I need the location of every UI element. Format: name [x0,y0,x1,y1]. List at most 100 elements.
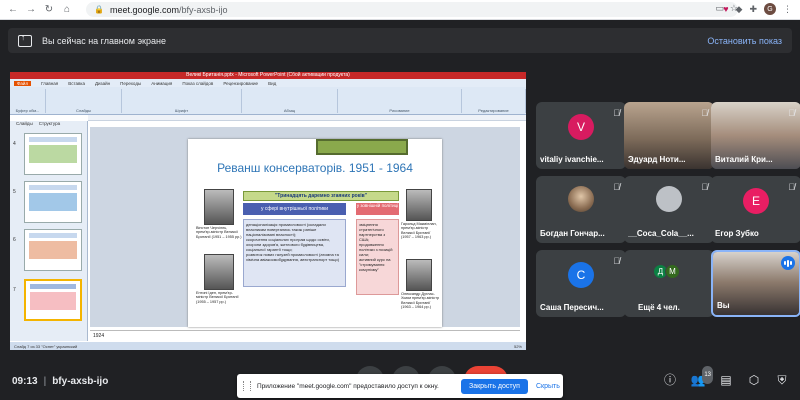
mic-off-icon: 🎙̸ [613,108,620,118]
slide-thumbnail [24,229,82,271]
browser-toolbar: ← → ↻ ⌂ 🔒 meet.google.com/bfy-axsb-ijo ▭… [0,0,800,20]
time-and-code: 09:13 | bfy-axsb-ijo [12,376,109,387]
portrait-caption: Олександр Дуглас-Хьюм прем'єр-міністр Ве… [401,292,440,310]
slide-title: Реванш консерваторів. 1951 - 1964 [217,161,413,175]
avatar-stack: Д M [653,264,680,279]
mic-off-icon: 🎙̸ [613,256,620,266]
participant-name: __Coca_Cola__... [628,229,694,238]
banner-text: Вы сейчас на главном экране [42,35,166,46]
list-item: продовження політики з позицій сили; [359,242,393,257]
participant-name: Виталий Кри... [715,155,773,164]
participant-tile[interactable]: 🎙̸ C Саша Пересич... [536,250,626,317]
present-screen-icon [18,33,32,47]
people-icon[interactable]: 👥 13 [690,366,713,388]
list-item: скорочення соціальних програм щодо освіт… [246,237,330,252]
ribbon: Буфер обм... Слайды Шрифт Абзац Рисовани… [10,87,526,115]
list-item: зміцнення стратегічного партнерства з СШ… [359,222,386,242]
chat-icon[interactable]: ▤ [718,372,734,388]
participant-tile[interactable]: 🎙̸ Виталий Кри... [711,102,800,169]
outer-policy-list: зміцнення стратегічного партнерства з СШ… [356,219,399,295]
meeting-code: bfy-axsb-ijo [52,376,109,387]
participant-name: Саша Пересич... [540,303,604,312]
ribbon-group: Абзац [242,89,338,113]
portrait-image [406,189,432,221]
forward-icon[interactable]: → [26,4,36,15]
extension-diamond-icon[interactable]: ◆ [736,4,743,15]
slide-number: 4 [13,141,16,147]
ribbon-tabs: Файл Главная Вставка Дизайн Переходы Ани… [10,79,526,87]
stop-presenting-button[interactable]: Остановить показ [707,36,782,46]
avatar: V [568,114,594,140]
ribbon-tab: Вставка [68,80,85,86]
portrait-image [204,254,234,290]
participant-tile[interactable]: 🎙̸ E Егор Зубко [711,176,800,243]
portrait-image [204,189,234,225]
ribbon-group: Рисование [338,89,462,113]
outer-policy-header: у зовнішній політиці [356,203,399,215]
list-item: денаціоналізація промисловості (складали… [246,222,326,237]
meeting-time: 09:13 [12,376,38,387]
participant-name: Богдан Гончар... [540,229,605,238]
slide-number: 7 [13,287,16,293]
reload-icon[interactable]: ↻ [44,4,54,15]
powerpoint-title-bar: Великі Британія.pptx - Microsoft PowerPo… [10,72,526,79]
slide-slogan: "Тринадцять даремно згаяних років" [243,191,399,201]
list-item: розвиток нових галузей промисловості (ат… [246,252,340,262]
list-item: активний курс на "стримування комунізму" [359,257,391,272]
status-left: Слайд 7 из 33 "Оснет" украинский [14,343,78,349]
self-tile[interactable]: Вы [711,250,800,317]
meeting-tools: ⓘ 👥 13 ▤ ⬡ ⛨ [662,366,790,388]
participant-name: vitaliy ivanchie... [540,155,604,164]
menu-icon[interactable]: ⋮ [783,4,792,15]
url-domain: meet.google.com [109,4,180,15]
slide-number: 5 [13,189,16,195]
ribbon-group: Буфер обм... [10,89,46,113]
portrait-caption: Ентоні Іден, прем'єр-міністр Великої Бри… [196,291,239,304]
sharing-notification: Приложение "meet.google.com" предоставил… [237,374,563,398]
activities-icon[interactable]: ⬡ [746,372,762,388]
extensions: ♥ ◆ ✚ G ⋮ [723,3,792,15]
avatar: M [665,264,680,279]
info-icon[interactable]: ⓘ [662,372,678,388]
slide-thumbnail [24,133,82,175]
home-icon[interactable]: ⌂ [62,4,72,15]
url-path: /bfy-axsb-ijo [179,4,228,15]
portrait-caption: Гарольд Макміллан, прем'єр-міністр Велик… [401,222,437,240]
hide-button[interactable]: Скрыть [536,383,560,390]
participant-count-badge: 13 [702,366,713,384]
participant-tile[interactable]: 🎙̸ Богдан Гончар... [536,176,626,243]
avatar: E [743,188,769,214]
mic-off-icon: 🎙̸ [701,108,708,118]
slide-decoration [316,139,408,155]
slide-thumbnail [24,181,82,223]
more-participants-label: Ещё 4 чел. [638,303,680,312]
slide: Реванш консерваторів. 1951 - 1964 "Трина… [188,139,442,327]
ribbon-tab: Анимация [151,80,173,86]
ribbon-group: Редактирование [462,89,526,113]
ribbon-tab-file: Файл [14,80,32,86]
inner-policy-header: у сфері внутрішньої політики [243,203,346,215]
participant-tile[interactable]: 🎙̸ Эдуард Ноти... [624,102,714,169]
address-bar[interactable]: 🔒 meet.google.com/bfy-axsb-ijo [86,2,738,17]
ribbon-tab: Рецензирование [223,80,259,86]
host-controls-icon[interactable]: ⛨ [774,372,790,388]
stop-sharing-button[interactable]: Закрыть доступ [461,378,528,394]
ribbon-tab: Вид [268,80,277,86]
more-participants-tile[interactable]: Д M Ещё 4 чел. [624,250,714,317]
slide-thumbnail-selected [24,279,82,321]
drag-handle-icon[interactable] [243,381,251,391]
avatar: C [568,262,594,288]
profile-avatar[interactable]: G [764,3,776,15]
ribbon-tab: Дизайн [94,80,111,86]
participant-name: Эдуард Ноти... [628,155,686,164]
extension-heart-icon[interactable]: ♥ [723,4,728,14]
participant-tile[interactable]: 🎙̸ __Coca_Cola__... [624,176,714,243]
sharing-message: Приложение "meet.google.com" предоставил… [257,382,439,390]
extensions-puzzle-icon[interactable]: ✚ [749,4,757,15]
speaking-indicator-icon [781,256,795,270]
participant-name: Егор Зубко [715,229,759,238]
participant-tile[interactable]: 🎙̸ V vitaliy ivanchie... [536,102,626,169]
mic-off-icon: 🎙̸ [613,182,620,192]
back-icon[interactable]: ← [8,4,18,15]
slides-panel: Слайды Структура 4 5 6 7 [10,121,88,341]
